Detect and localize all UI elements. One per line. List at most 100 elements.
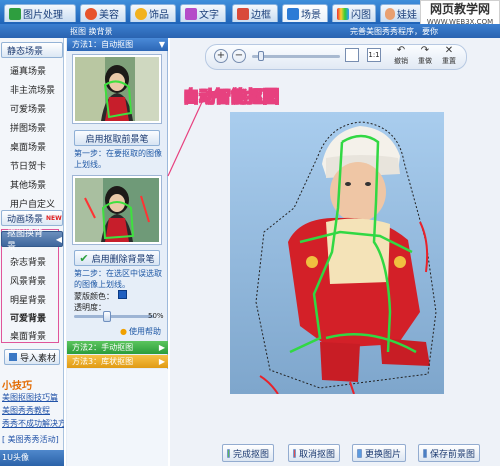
tab-doll[interactable]: 娃娃 xyxy=(380,4,422,22)
tab-label: 美容 xyxy=(99,10,119,21)
sidebar-head-animated[interactable]: 动画场景 NEW xyxy=(1,210,63,226)
sidebar-item-realistic[interactable]: 逼真场景 xyxy=(10,63,62,77)
tab-label: 文字 xyxy=(199,10,219,21)
tab-label: 场景 xyxy=(301,10,321,21)
auto-brush-button[interactable]: 启用抠取前景笔 xyxy=(74,130,160,146)
new-badge: NEW xyxy=(46,214,62,222)
zoom-slider-handle[interactable] xyxy=(258,51,264,61)
frame-icon xyxy=(237,7,249,20)
sidebar-item-custom[interactable]: 用户自定义 xyxy=(10,196,62,210)
opacity-slider-track[interactable] xyxy=(74,315,154,318)
example-photo-2 xyxy=(72,175,162,245)
example-photo-1-image xyxy=(75,57,159,121)
sidebar-item-cute-bg[interactable]: 可爱背景 xyxy=(10,310,62,324)
beauty-icon xyxy=(85,7,97,20)
collapse-icon: ▶ xyxy=(158,343,165,352)
actual-size-icon[interactable]: 1:1 xyxy=(367,48,381,62)
zoom-out-icon[interactable]: − xyxy=(232,49,246,63)
redo-button[interactable]: ↷ 重做 xyxy=(414,44,436,68)
tip-link[interactable]: 秀秀不成功解决方法 xyxy=(2,418,64,429)
tab-accessory[interactable]: 饰品 xyxy=(130,4,176,22)
sidebar-head-cutout[interactable]: 抠图换背景 ◀ xyxy=(1,229,63,252)
save-icon xyxy=(423,448,427,458)
sidebar-item-other[interactable]: 其他场景 xyxy=(10,177,62,191)
method1-header[interactable]: 方法1：自动抠图 ▼ xyxy=(67,38,168,51)
sidebar-item-landscape-bg[interactable]: 风景背景 xyxy=(10,273,62,287)
import-material-button[interactable]: 导入素材 xyxy=(4,349,60,365)
reset-button[interactable]: ✕ 重置 xyxy=(438,44,460,68)
tips-title: 小技巧 xyxy=(2,381,32,392)
news-link[interactable]: [ 美图秀秀活动] xyxy=(2,434,59,445)
zoom-in-icon[interactable]: + xyxy=(214,49,228,63)
status-bar: 1U头像 xyxy=(0,450,64,466)
tip-link[interactable]: 美图抠图技巧篇 xyxy=(2,392,58,403)
tab-scene[interactable]: 场景 xyxy=(282,4,328,22)
sidebar-item-star-bg[interactable]: 明星背景 xyxy=(10,292,62,306)
finish-cutout-button[interactable]: 完成抠图 xyxy=(222,444,274,462)
tab-text[interactable]: 文字 xyxy=(180,4,226,22)
tab-label: 娃娃 xyxy=(397,10,417,21)
undo-label: 撤销 xyxy=(394,57,408,65)
sidebar-item-cute[interactable]: 可爱场景 xyxy=(10,101,62,115)
method2-label: 方法2：手动抠图 xyxy=(72,343,134,352)
sidebar-head-label: 动画场景 xyxy=(7,214,44,225)
sidebar-item-magazine-bg[interactable]: 杂志背景 xyxy=(10,254,62,268)
accessory-icon xyxy=(135,7,147,20)
save-foreground-label: 保存前景图 xyxy=(429,449,475,460)
undo-button[interactable]: ↶ 撤销 xyxy=(390,44,412,68)
sub-title-bar: 抠图 换背景 完善美图秀秀程序，要你 xyxy=(0,24,500,38)
subbar-notice: 完善美图秀秀程序，要你 xyxy=(350,27,438,36)
tab-label: 饰品 xyxy=(149,10,169,21)
undo-icon: ↶ xyxy=(396,45,406,56)
method1-label: 方法1：自动抠图 xyxy=(72,40,134,49)
opacity-slider-handle[interactable] xyxy=(103,311,111,322)
panel-title: 抠图 换背景 xyxy=(70,27,113,36)
flash-icon xyxy=(337,7,349,20)
text-icon xyxy=(185,7,197,20)
fit-window-icon[interactable] xyxy=(345,48,359,62)
tab-flash[interactable]: 闪图 xyxy=(332,4,376,22)
cancel-cutout-button[interactable]: 取消抠图 xyxy=(288,444,340,462)
example-photo-1 xyxy=(72,54,162,124)
tab-label: 图片处理 xyxy=(23,10,63,21)
zoom-slider-track[interactable] xyxy=(252,55,340,58)
sidebar-head-static[interactable]: 静态场景 xyxy=(1,42,63,58)
tip-link[interactable]: 美图秀秀教程 xyxy=(2,405,50,416)
sidebar-item-nonmainstream[interactable]: 非主流场景 xyxy=(10,82,62,96)
mask-color-swatch[interactable] xyxy=(118,290,127,299)
step2-text: 第二步：在选区中误选取的图像上划线。 xyxy=(74,269,162,289)
sidebar-item-desktop[interactable]: 桌面场景 xyxy=(10,139,62,153)
image-process-icon xyxy=(9,7,21,20)
opacity-label: 透明度： xyxy=(74,303,106,312)
tab-label: 闪图 xyxy=(351,10,371,21)
sidebar-item-holiday[interactable]: 节日贺卡 xyxy=(10,158,62,172)
sidebar-item-collage[interactable]: 拼图场景 xyxy=(10,120,62,134)
tab-frame[interactable]: 边框 xyxy=(232,4,278,22)
opacity-value: 50% xyxy=(148,312,164,320)
method3-header[interactable]: 方法3：库状抠图 ▶ xyxy=(67,355,168,368)
method-panel-empty xyxy=(67,369,168,466)
replace-image-label: 更换图片 xyxy=(364,449,401,460)
example-photo-2-image xyxy=(75,178,159,242)
check-icon xyxy=(227,448,230,458)
help-icon: ● xyxy=(120,327,127,336)
sidebar-head-label: 静态场景 xyxy=(7,46,44,57)
replace-image-button[interactable]: 更换图片 xyxy=(352,444,406,462)
main-photo-image xyxy=(230,112,444,394)
reset-icon: ✕ xyxy=(444,45,454,56)
help-link[interactable]: ● 使用帮助 xyxy=(120,326,161,337)
tab-beauty[interactable]: 美容 xyxy=(80,4,126,22)
help-label: 使用帮助 xyxy=(128,327,161,336)
method2-header[interactable]: 方法2：手动抠图 ▶ xyxy=(67,341,168,354)
import-label: 导入素材 xyxy=(20,353,57,364)
tab-image-process[interactable]: 图片处理 xyxy=(4,4,76,22)
step1-text: 第一步：在要抠取的图像上划线。 xyxy=(74,149,162,169)
sidebar-item-desktop-bg[interactable]: 桌面背景 xyxy=(10,328,62,342)
main-photo xyxy=(230,112,444,394)
watermark-site: 网页教学网 xyxy=(429,2,490,16)
redo-icon: ↷ xyxy=(420,45,430,56)
cancel-cutout-label: 取消抠图 xyxy=(298,449,335,460)
save-foreground-button[interactable]: 保存前景图 xyxy=(418,444,480,462)
method3-label: 方法3：库状抠图 xyxy=(72,357,134,366)
erase-brush-button[interactable]: ✔ 启用删除背景笔 xyxy=(74,250,160,266)
